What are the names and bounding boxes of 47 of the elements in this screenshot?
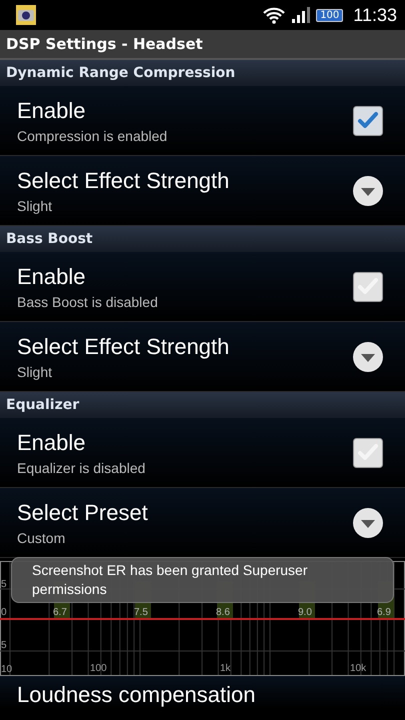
section-title: Dynamic Range Compression <box>6 65 236 81</box>
section-title: Bass Boost <box>6 231 93 247</box>
band-value: 8.6 <box>216 607 230 618</box>
wifi-icon <box>262 6 286 24</box>
signal-icon <box>292 7 310 23</box>
preference-title: Select Preset <box>17 500 149 526</box>
preference-row[interactable]: Select Effect Strength Slight <box>0 322 405 392</box>
preference-row[interactable]: Select Effect Strength Slight <box>0 156 405 226</box>
dropdown-icon[interactable] <box>353 176 383 206</box>
preference-title: Enable <box>17 98 87 124</box>
preference-row[interactable]: Enable Bass Boost is disabled <box>0 252 405 322</box>
band-value: 7.5 <box>134 607 148 618</box>
axis-label: 0 <box>1 607 7 618</box>
toast-message: Screenshot ER has been granted Superuser permissions <box>32 562 308 597</box>
preference-title: Enable <box>17 430 87 456</box>
preference-row[interactable]: Enable Equalizer is disabled <box>0 418 405 488</box>
camera-icon <box>16 5 36 25</box>
preference-summary: Slight <box>17 364 54 380</box>
preference-summary: Equalizer is disabled <box>17 460 146 476</box>
preference-title: Select Effect Strength <box>17 168 230 194</box>
preference-title: Enable <box>17 264 87 290</box>
dropdown-icon[interactable] <box>353 508 383 538</box>
checkbox[interactable] <box>353 438 383 468</box>
preference-row[interactable]: Select Preset Custom <box>0 488 405 558</box>
axis-label: 10 <box>1 664 12 675</box>
preference-title: Loudness compensation <box>17 682 256 708</box>
axis-label: 1k <box>220 663 231 674</box>
clock: 11:33 <box>353 4 397 26</box>
section-title: Equalizer <box>6 397 80 413</box>
window-title: DSP Settings - Headset <box>6 35 203 53</box>
axis-label: 10k <box>350 663 366 674</box>
preference-summary: Compression is enabled <box>17 128 168 144</box>
axis-label: 100 <box>90 663 107 674</box>
preference-summary: Slight <box>17 198 54 214</box>
axis-label: 5 <box>1 640 7 651</box>
axis-label: 5 <box>1 579 7 590</box>
band-value: 9.0 <box>298 607 312 618</box>
checkbox[interactable] <box>353 272 383 302</box>
preference-row[interactable]: Loudness compensation <box>0 676 405 708</box>
band-value: 6.7 <box>53 607 67 618</box>
preference-summary: Bass Boost is disabled <box>17 294 159 310</box>
preference-summary: Custom <box>17 530 66 546</box>
dropdown-icon[interactable] <box>353 342 383 372</box>
preference-title: Select Effect Strength <box>17 334 230 360</box>
band-value: 6.9 <box>377 607 391 618</box>
battery-icon: 100 <box>316 8 344 22</box>
checkbox[interactable] <box>353 106 383 136</box>
